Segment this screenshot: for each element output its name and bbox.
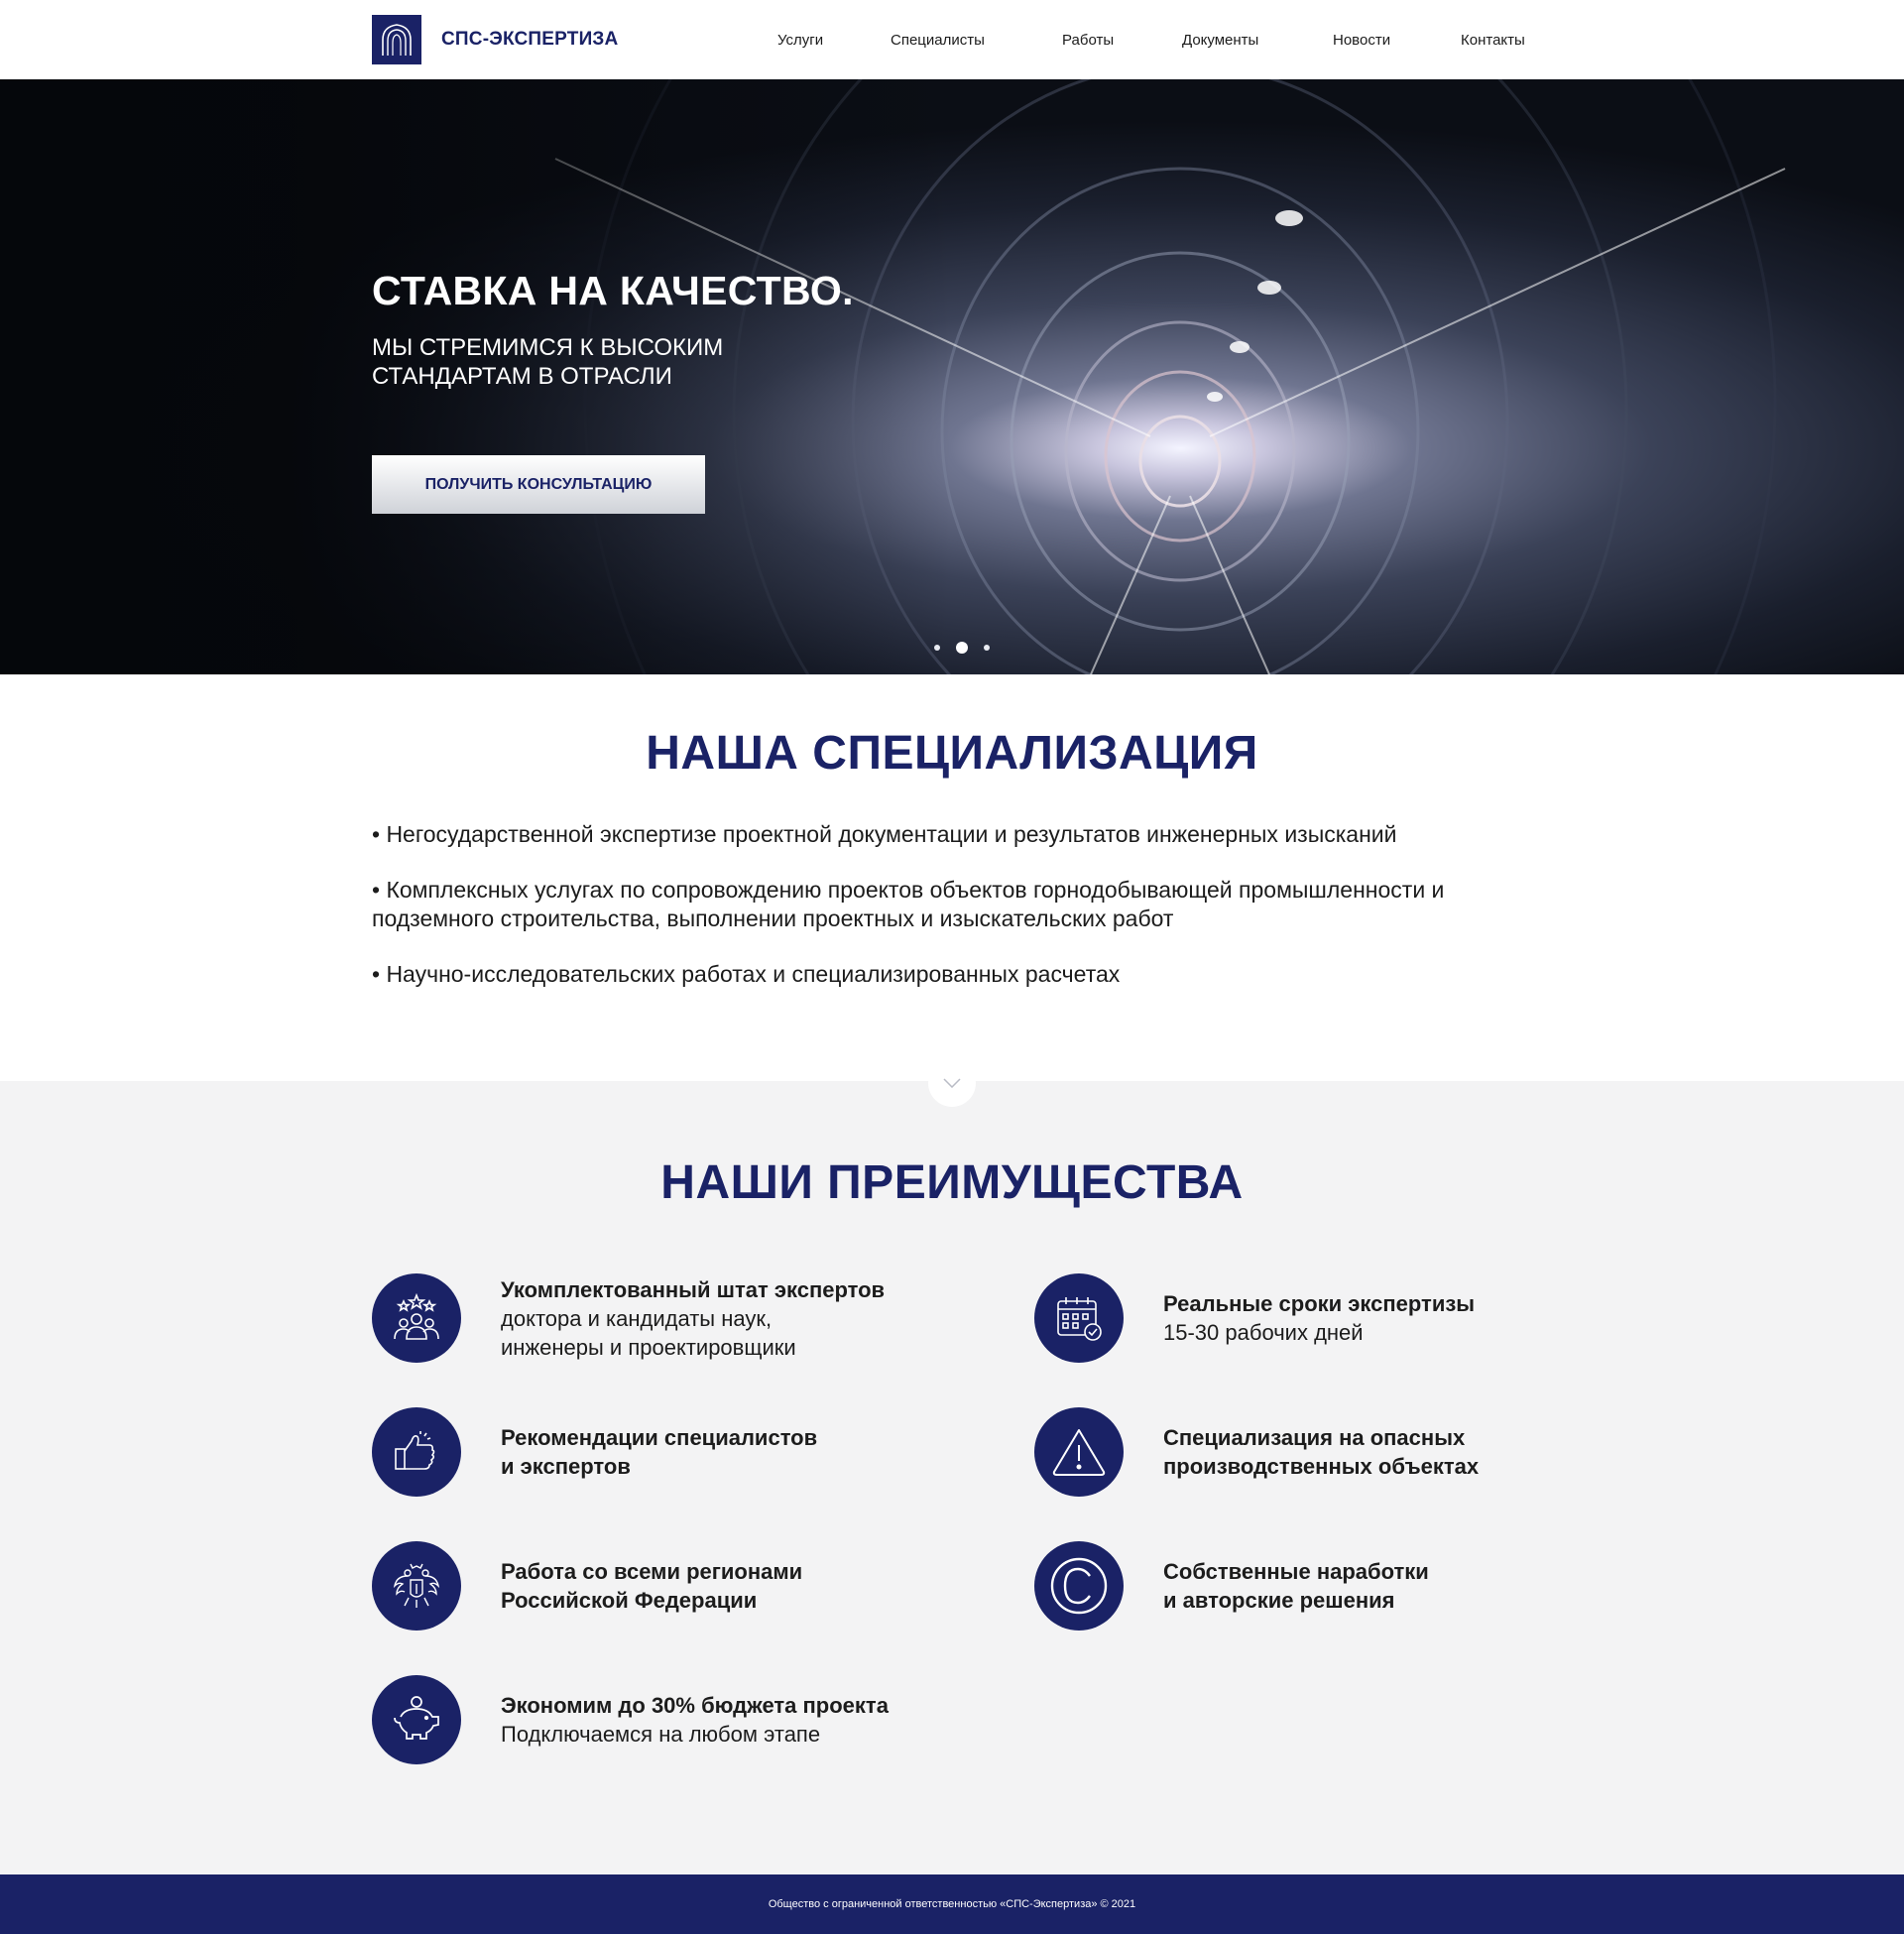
experts-icon [372,1273,461,1363]
advantage-desc: Подключаемся на любом этапе [501,1722,821,1747]
advantage-text: Специализация на опасных производственны… [1163,1423,1479,1481]
hero-title: СТАВКА НА КАЧЕСТВО. [372,268,854,313]
advantage-title: Специализация на опасных [1163,1425,1466,1450]
advantage-text: Собственные наработки и авторские решени… [1163,1557,1429,1615]
slider-dot[interactable] [934,645,940,651]
advantage-title: Собственные наработки [1163,1559,1429,1584]
advantage-item: Работа со всеми регионами Российской Фед… [372,1541,802,1631]
hero-subtitle: МЫ СТРЕМИМСЯ К ВЫСОКИМ СТАНДАРТАМ В ОТРА… [372,333,788,391]
nav-item-services[interactable]: Услуги [777,32,823,49]
nav-item-documents[interactable]: Документы [1182,32,1258,49]
advantage-title: Экономим до 30% бюджета проекта [501,1693,889,1718]
nav-item-works[interactable]: Работы [1062,32,1114,49]
advantage-item: Специализация на опасных производственны… [1034,1407,1479,1497]
copyright-icon [1034,1541,1124,1631]
advantages-title: НАШИ ПРЕИМУЩЕСТВА [660,1156,1244,1209]
slider-dots [926,642,998,654]
thumbs-up-icon [372,1407,461,1497]
advantage-desc: доктора и кандидаты наук, [501,1305,773,1331]
advantage-title: Российской Федерации [501,1588,758,1613]
specialization-title: НАША СПЕЦИАЛИЗАЦИЯ [646,727,1258,780]
warning-icon [1034,1407,1124,1497]
hero-subtitle-line: СТАНДАРТАМ В ОТРАСЛИ [372,363,672,390]
advantage-title: Работа со всеми регионами [501,1559,803,1584]
advantage-desc: 15-30 рабочих дней [1163,1320,1364,1345]
tunnel-image [0,79,1904,674]
site-footer: Общество с ограниченной ответственностью… [0,1874,1904,1934]
advantage-item: Рекомендации специалистов и экспертов [372,1407,817,1497]
calendar-icon [1034,1273,1124,1363]
specialization-section: НАША СПЕЦИАЛИЗАЦИЯ • Негосударственной э… [0,674,1904,1081]
advantage-title: Рекомендации специалистов [501,1425,818,1450]
site-header: СПС-ЭКСПЕРТИЗА Услуги Специалисты Работы… [0,0,1904,79]
advantage-text: Укомплектованный штат экспертов доктора … [501,1275,885,1362]
advantage-text: Экономим до 30% бюджета проекта Подключа… [501,1691,889,1749]
slider-dot-active[interactable] [956,642,968,654]
advantage-item: Собственные наработки и авторские решени… [1034,1541,1429,1631]
advantage-item: Реальные сроки экспертизы 15-30 рабочих … [1034,1273,1475,1363]
main-nav: Услуги Специалисты Работы Документы Ново… [0,32,1904,56]
advantage-title: Укомплектованный штат экспертов [501,1276,886,1302]
advantage-title: и экспертов [501,1454,631,1479]
advantage-title: производственных объектах [1163,1454,1480,1479]
hero-banner: СТАВКА НА КАЧЕСТВО. МЫ СТРЕМИМСЯ К ВЫСОК… [0,79,1904,674]
piggy-bank-icon [372,1675,461,1764]
hero-subtitle-line: МЫ СТРЕМИМСЯ К ВЫСОКИМ [372,334,724,361]
advantage-title: Реальные сроки экспертизы [1163,1291,1476,1316]
advantage-desc: инженеры и проектировщики [501,1334,796,1360]
nav-item-contacts[interactable]: Контакты [1461,32,1525,49]
advantage-title: и авторские решения [1163,1588,1395,1613]
slider-dot[interactable] [984,645,990,651]
nav-item-specialists[interactable]: Специалисты [891,32,985,49]
advantages-section: НАШИ ПРЕИМУЩЕСТВА Укомплектованный штат … [0,1059,1904,1874]
advantage-item: Экономим до 30% бюджета проекта Подключа… [372,1675,889,1764]
copyright-text: Общество с ограниченной ответственностью… [768,1898,1136,1910]
advantage-text: Работа со всеми регионами Российской Фед… [501,1557,802,1615]
scroll-down-button[interactable] [928,1059,976,1107]
advantage-item: Укомплектованный штат экспертов доктора … [372,1273,885,1363]
coat-of-arms-icon [372,1541,461,1631]
specialization-list: • Негосударственной экспертизе проектной… [372,820,1542,1016]
nav-item-news[interactable]: Новости [1333,32,1390,49]
list-item: • Комплексных услугах по сопровождению п… [372,877,1445,931]
chevron-down-icon [943,1078,961,1088]
advantage-text: Рекомендации специалистов и экспертов [501,1423,817,1481]
list-item: • Негосударственной экспертизе проектной… [372,821,1397,847]
advantage-text: Реальные сроки экспертизы 15-30 рабочих … [1163,1289,1475,1347]
list-item: • Научно-исследовательских работах и спе… [372,961,1121,987]
get-consultation-button[interactable]: ПОЛУЧИТЬ КОНСУЛЬТАЦИЮ [372,455,705,514]
